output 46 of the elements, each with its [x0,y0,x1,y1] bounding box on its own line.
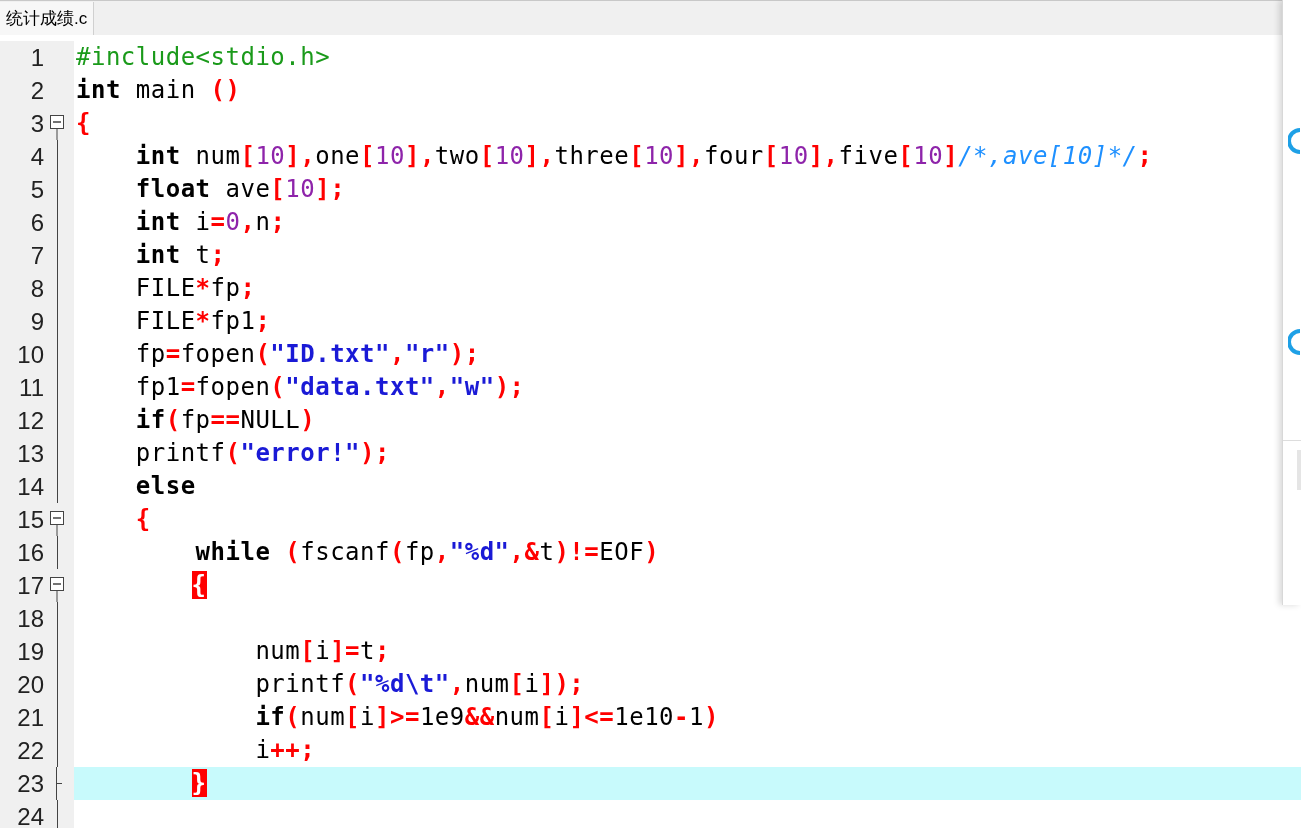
code-line: if(fp==NULL) [134,405,316,436]
code-line: { [76,108,91,139]
code-line: #include<stdio.h> [76,42,331,73]
code-line: int t; [134,240,226,271]
line-number: 10 [16,340,45,370]
code-line: FILE*fp1; [134,306,271,337]
code-line: while (fscanf(fp,"%d",&t)!=EOF) [194,537,660,568]
line-number: 23 [16,769,45,799]
line-number: 22 [16,736,45,766]
line-number: 16 [16,538,45,568]
line-number: 15 [16,505,45,535]
code-line: printf("error!"); [134,438,390,469]
code-line: i++; [254,735,316,766]
line-number: 7 [29,241,45,271]
line-number: 18 [16,604,45,634]
line-number: 9 [29,307,45,337]
line-number: 13 [16,439,45,469]
fold-end-marker [56,767,62,800]
code-line: int i=0,n; [134,207,286,238]
code-line: else [134,471,196,502]
line-number: 3 [29,109,45,139]
line-number: 4 [29,142,45,172]
code-line: num[i]=t; [254,636,390,667]
code-line: if(num[i]>=1e9&&num[i]<=1e10-1) [254,702,719,733]
line-number: 2 [29,76,45,106]
line-number: 17 [16,571,45,601]
code-line: fp1=fopen("data.txt","w"); [134,372,525,403]
code-line: int num[10],one[10],two[10],three[10],four[10],five[10]/*,ave[10]*/; [134,141,1153,172]
code-line: int main () [76,75,241,106]
line-number: 14 [16,472,45,502]
code-line: FILE*fp; [134,273,256,304]
file-tab[interactable]: 统计成绩.c [0,2,95,35]
line-number: 20 [16,670,45,700]
line-number: 8 [29,274,45,304]
line-number: 21 [16,703,45,733]
line-number: 24 [16,802,45,828]
line-number: 5 [29,175,45,205]
code-line: float ave[10]; [134,174,346,205]
line-number: 11 [18,373,45,403]
line-number: 12 [16,406,45,436]
line-number: 19 [16,637,45,667]
code-line: printf("%d\t",num[i]); [254,669,585,700]
code-line: { [134,504,151,535]
line-number: 6 [29,208,45,238]
code-line: fp=fopen("ID.txt","r"); [134,339,480,370]
line-number: 1 [29,43,45,73]
